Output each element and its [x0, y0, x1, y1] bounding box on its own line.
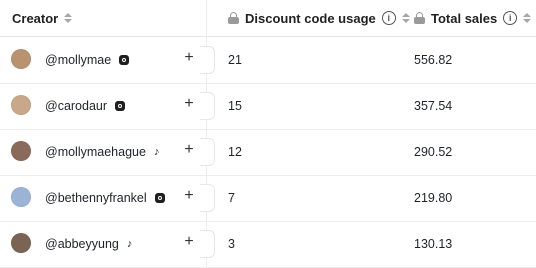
creator-cell: @mollymae [45, 37, 130, 83]
tiktok-icon: ♪ [153, 145, 160, 158]
add-icon[interactable]: + [181, 50, 197, 66]
creator-cell: @bethennyfrankel [45, 175, 165, 221]
add-icon[interactable]: + [181, 234, 197, 250]
discount-usage-cell: 7 [228, 191, 235, 205]
table-row[interactable]: @mollymaehague ♪ + 12 290.52 [0, 129, 536, 176]
info-icon[interactable]: i [503, 11, 518, 25]
instagram-icon [154, 193, 165, 203]
row-handle [200, 46, 215, 74]
discount-usage-cell: 21 [228, 53, 242, 67]
sort-icon[interactable] [401, 13, 410, 23]
avatar [11, 49, 31, 69]
lock-icon [414, 12, 425, 24]
creator-cell: @abbeyyung ♪ [45, 221, 132, 267]
table-row[interactable]: @mollymae + 21 556.82 [0, 37, 536, 84]
row-handle [200, 138, 215, 166]
discount-usage-cell: 15 [228, 99, 242, 113]
discount-column-title: Discount code usage [245, 10, 376, 26]
total-sales-cell: 290.52 [414, 145, 453, 159]
table-header: Creator Discount code usage i Total sale… [0, 0, 536, 37]
instagram-icon [119, 55, 130, 65]
sort-icon[interactable] [523, 13, 532, 23]
total-sales-cell: 357.54 [414, 99, 453, 113]
discount-usage-cell: 12 [228, 145, 242, 159]
table-row[interactable]: @abbeyyung ♪ + 3 130.13 [0, 221, 536, 268]
discount-column-header[interactable]: Discount code usage i [228, 0, 410, 36]
info-icon[interactable]: i [381, 11, 396, 25]
total-sales-cell: 556.82 [414, 53, 453, 67]
creator-handle[interactable]: @mollymae [45, 53, 111, 67]
creator-handle[interactable]: @mollymaehague [45, 145, 146, 159]
table-row[interactable]: @bethennyfrankel + 7 219.80 [0, 175, 536, 222]
instagram-icon [115, 101, 126, 111]
creators-table: Creator Discount code usage i Total sale… [0, 0, 536, 268]
creator-handle[interactable]: @carodaur [45, 99, 107, 113]
avatar [11, 141, 31, 161]
row-handle [200, 230, 215, 258]
creator-column-title: Creator [12, 10, 59, 26]
sales-column-header[interactable]: Total sales i [414, 0, 532, 36]
creator-column-header[interactable]: Creator [12, 0, 73, 36]
add-icon[interactable]: + [181, 96, 197, 112]
creator-handle[interactable]: @bethennyfrankel [45, 191, 147, 205]
lock-icon [228, 12, 239, 24]
discount-usage-cell: 3 [228, 237, 235, 251]
creator-cell: @mollymaehague ♪ [45, 129, 159, 175]
avatar [11, 95, 31, 115]
avatar [11, 233, 31, 253]
row-handle [200, 184, 215, 212]
add-icon[interactable]: + [181, 142, 197, 158]
creator-cell: @carodaur [45, 83, 126, 129]
tiktok-icon: ♪ [126, 237, 133, 250]
total-sales-cell: 219.80 [414, 191, 453, 205]
table-row[interactable]: @carodaur + 15 357.54 [0, 83, 536, 130]
avatar [11, 187, 31, 207]
sort-icon[interactable] [64, 13, 73, 23]
add-icon[interactable]: + [181, 188, 197, 204]
row-handle [200, 92, 215, 120]
sales-column-title: Total sales [431, 10, 498, 26]
total-sales-cell: 130.13 [414, 237, 453, 251]
creator-handle[interactable]: @abbeyyung [45, 237, 119, 251]
